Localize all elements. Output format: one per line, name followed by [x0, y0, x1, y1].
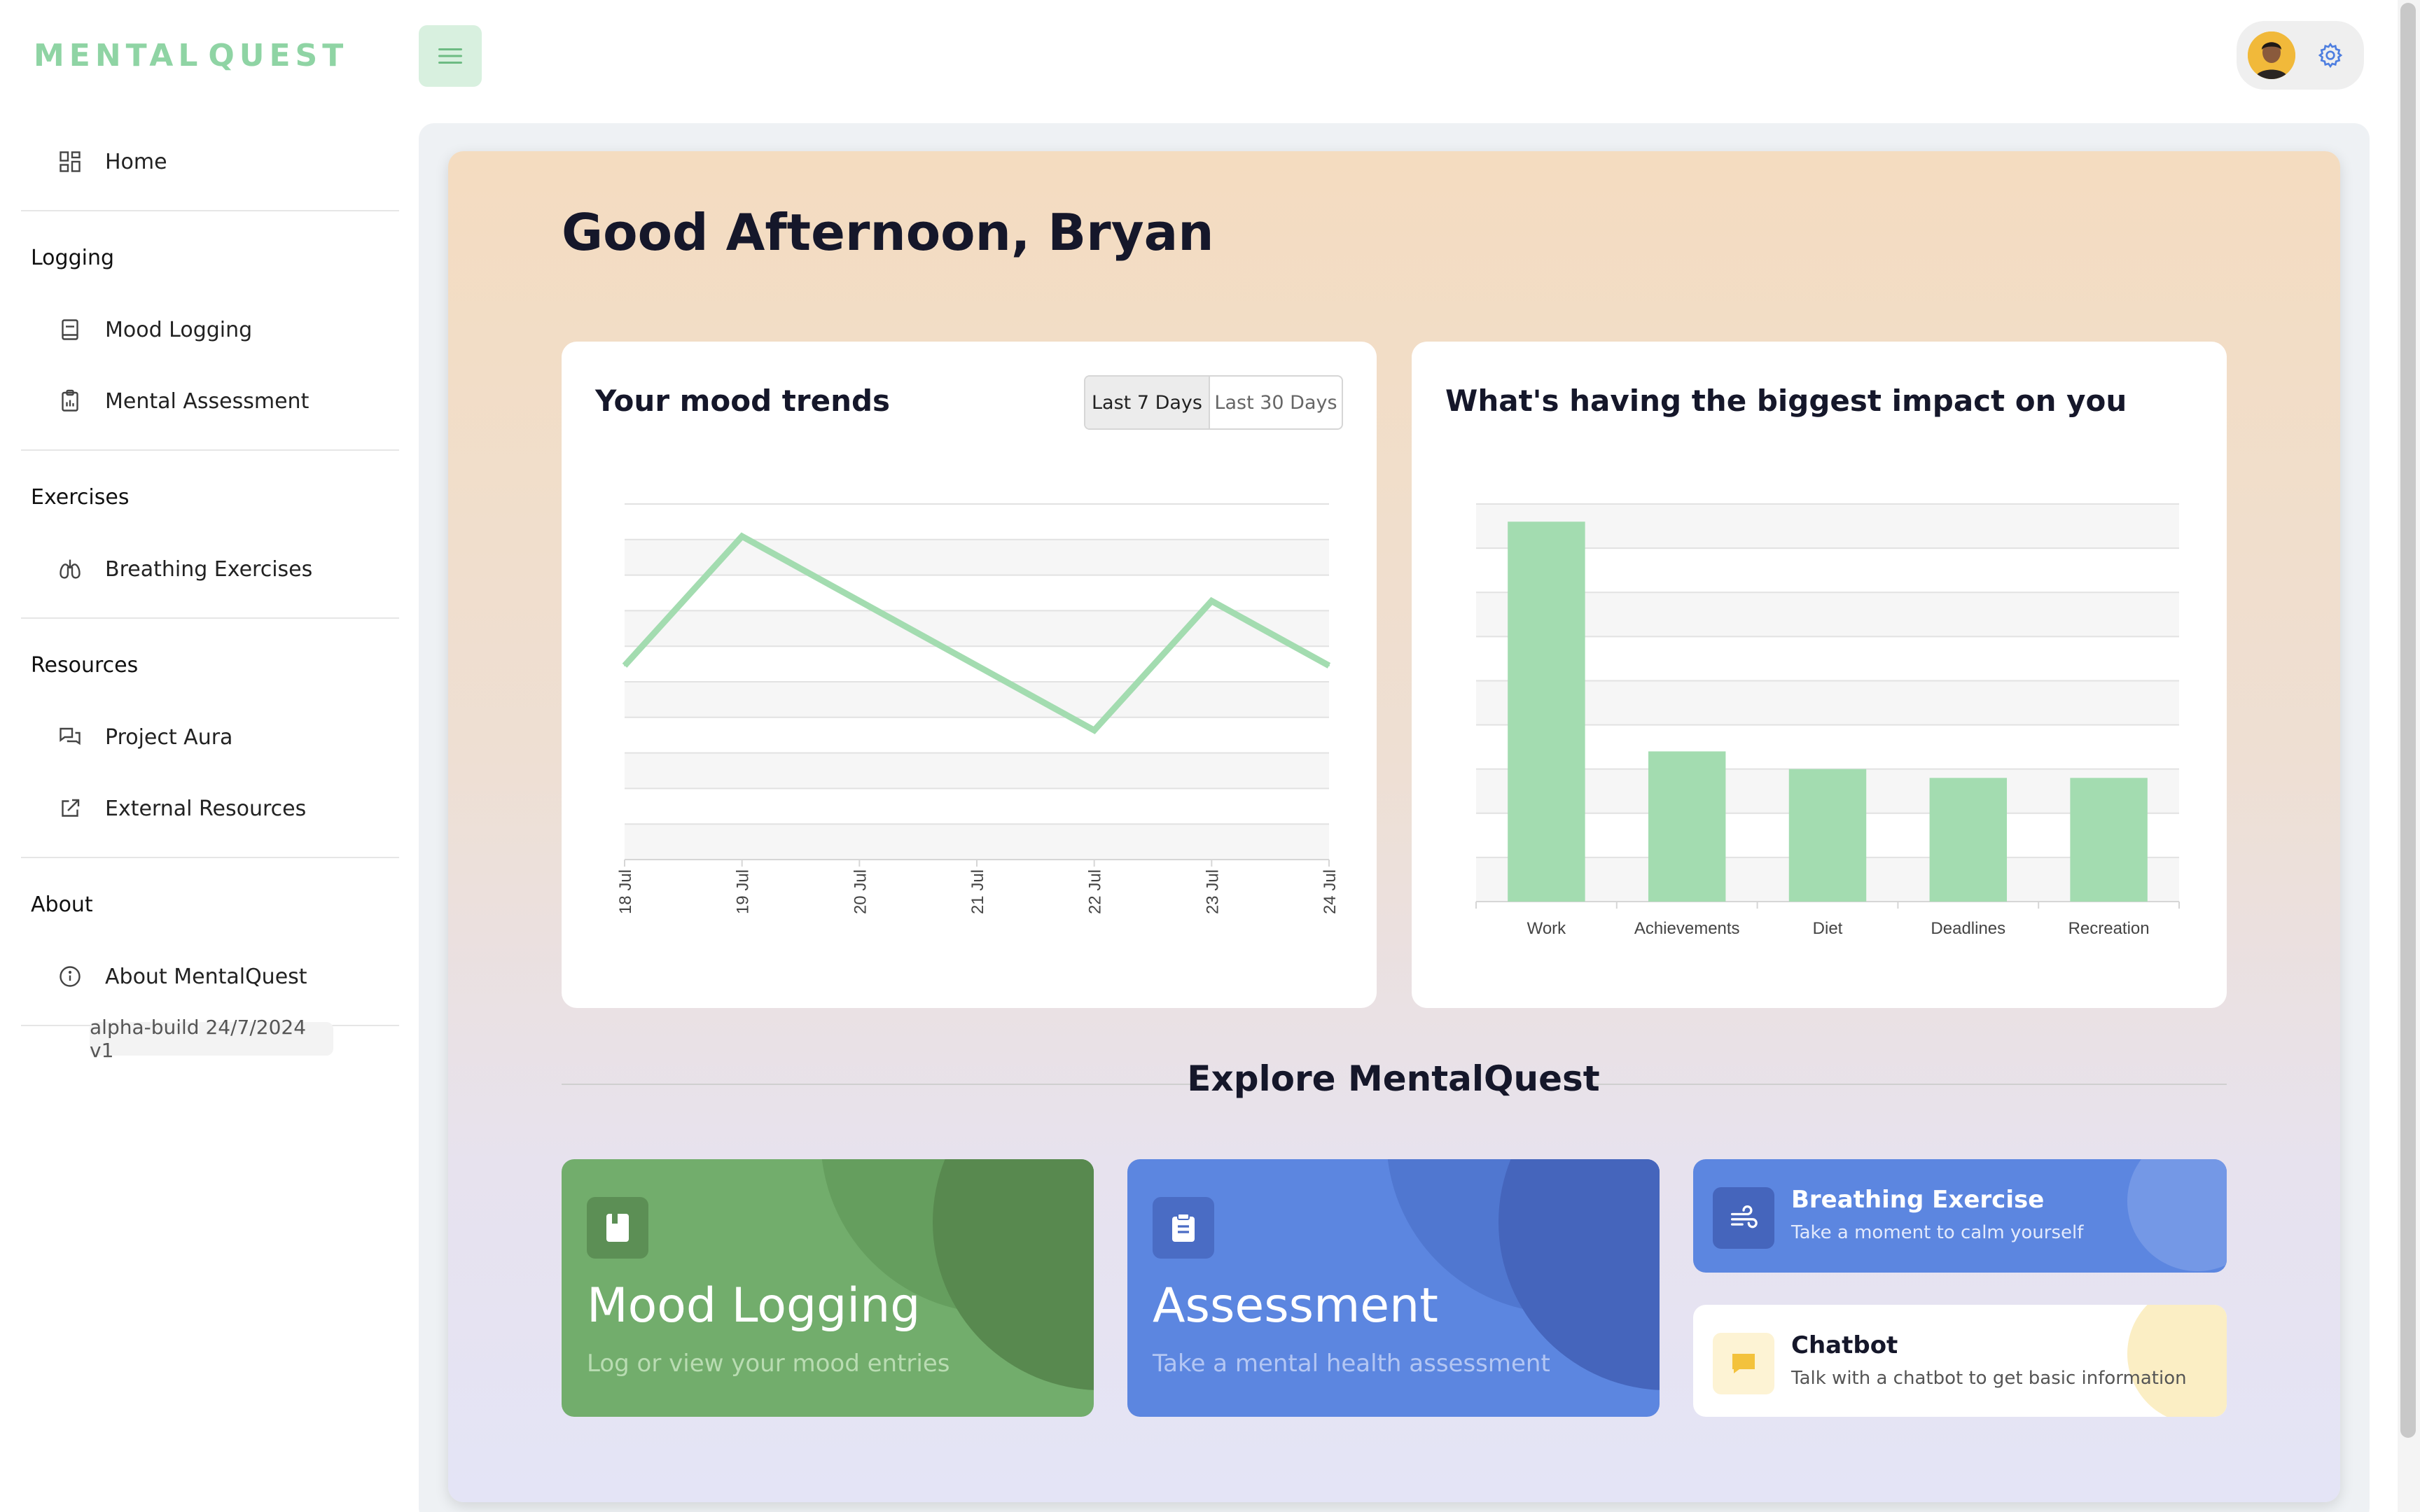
greeting-heading: Good Afternoon, Bryan [562, 203, 1214, 262]
bar [2070, 778, 2148, 902]
decor-circle [2127, 1305, 2227, 1417]
bar [1929, 778, 2008, 902]
sidebar-item-mental-assessment[interactable]: Mental Assessment [21, 365, 399, 437]
mood-logging-tile[interactable]: Mood Logging Log or view your mood entri… [562, 1159, 1094, 1417]
dashboard-icon [60, 151, 81, 172]
bar [1788, 769, 1867, 902]
notebook-tile-icon [587, 1197, 648, 1259]
range-toggle: Last 7 Days Last 30 Days [1084, 375, 1343, 430]
section-title-resources: Resources [31, 652, 139, 678]
menu-icon [438, 48, 462, 64]
chat-bubbles-icon [60, 727, 81, 746]
sidebar-item-label: About MentalQuest [105, 964, 307, 989]
mood-line-chart: 18 Jul 19 Jul 20 Jul 21 Jul 22 Jul 23 Jul 24 J… [616, 503, 1340, 914]
tile-subtitle: Talk with a chatbot to get basic informa… [1791, 1368, 2187, 1389]
grid-band [625, 610, 1329, 647]
sidebar-item-label: Mood Logging [105, 317, 253, 342]
user-controls [2237, 21, 2364, 90]
tile-title: Breathing Exercise [1791, 1186, 2045, 1214]
section-title-exercises: Exercises [31, 484, 130, 510]
mood-point [858, 600, 861, 602]
x-tick-label: Diet [1813, 919, 1843, 938]
grid-band [625, 752, 1329, 789]
tile-title: Chatbot [1791, 1331, 1898, 1359]
tile-subtitle: Log or view your mood entries [587, 1350, 950, 1378]
range-option-30-days[interactable]: Last 30 Days [1210, 377, 1342, 428]
tile-title: Mood Logging [587, 1278, 921, 1334]
sidebar-item-breathing-exercises[interactable]: Breathing Exercises [21, 533, 399, 605]
bar [1648, 751, 1726, 902]
mood-point [1328, 664, 1330, 666]
mood-point [976, 664, 978, 666]
chatbot-tile[interactable]: Chatbot Talk with a chatbot to get basic… [1693, 1305, 2227, 1417]
impact-title: What's having the biggest impact on you [1445, 384, 2127, 418]
x-tick-label: 22 Jul [1086, 869, 1105, 914]
mood-point [1093, 729, 1095, 732]
settings-gear-icon[interactable] [2316, 41, 2344, 69]
user-avatar[interactable] [2248, 31, 2295, 79]
explore-divider-left [562, 1084, 1200, 1085]
lungs-icon [60, 559, 81, 579]
bar [1508, 522, 1585, 902]
sidebar-item-label: Breathing Exercises [105, 556, 313, 582]
app-logo[interactable]: MENTAL QUEST [34, 24, 343, 87]
x-tick-label: 19 Jul [734, 869, 753, 914]
mood-point [741, 536, 743, 538]
x-tick-label: Recreation [2068, 919, 2150, 938]
x-tick-label: Achievements [1634, 919, 1740, 938]
sidebar-item-label: External Resources [105, 796, 307, 821]
page-scrollbar-thumb[interactable] [2400, 3, 2416, 1438]
sidebar-item-label: Mental Assessment [105, 388, 310, 414]
mood-point [1211, 600, 1213, 602]
clipboard-tile-icon [1153, 1197, 1214, 1259]
logo-text-right: QUEST [208, 37, 349, 74]
section-title-logging: Logging [31, 245, 115, 270]
decor-circle [2127, 1159, 2227, 1271]
sidebar-item-mood-logging[interactable]: Mood Logging [21, 294, 399, 365]
x-tick-label: 24 Jul [1321, 869, 1340, 914]
logo-text-left: MENTAL [34, 37, 203, 74]
divider [21, 857, 399, 858]
build-version-badge: alpha-build 24/7/2024 v1 [90, 1016, 333, 1062]
grid-band [625, 824, 1329, 860]
sidebar: Home Logging Mood Logging Mental Assessm… [21, 126, 399, 1036]
x-tick-label: Work [1527, 919, 1567, 938]
hamburger-menu-button[interactable] [419, 25, 482, 87]
tile-title: Assessment [1153, 1278, 1438, 1334]
sidebar-item-about-mentalquest[interactable]: About MentalQuest [21, 941, 399, 1012]
divider [21, 617, 399, 619]
external-link-icon [62, 799, 80, 817]
sidebar-item-label: Project Aura [105, 724, 233, 750]
divider [21, 449, 399, 451]
sidebar-item-home[interactable]: Home [21, 126, 399, 197]
section-title-about: About [31, 892, 93, 917]
user-photo [2248, 31, 2295, 79]
tile-subtitle: Take a moment to calm yourself [1791, 1222, 2084, 1243]
assessment-tile[interactable]: Assessment Take a mental health assessme… [1127, 1159, 1660, 1417]
chat-bubble-icon [1713, 1333, 1774, 1394]
info-icon [60, 966, 81, 987]
range-option-7-days[interactable]: Last 7 Days [1085, 377, 1210, 428]
wind-icon [1713, 1187, 1774, 1249]
clipboard-chart-icon [62, 389, 78, 412]
x-tick-label: 20 Jul [851, 869, 870, 914]
mood-point [624, 664, 625, 666]
x-tick-label: 18 Jul [616, 869, 635, 914]
mood-trends-title: Your mood trends [595, 384, 891, 418]
impact-bar-chart: Work Achievements Diet Deadlines Recreation [1475, 503, 2180, 938]
x-tick-label: 21 Jul [968, 869, 987, 914]
grid-band [625, 682, 1329, 718]
x-tick-label: 23 Jul [1203, 869, 1222, 914]
notebook-icon [62, 319, 78, 340]
tile-subtitle: Take a mental health assessment [1153, 1350, 1550, 1378]
breathing-exercise-tile[interactable]: Breathing Exercise Take a moment to calm… [1693, 1159, 2227, 1273]
explore-title: Explore MentalQuest [1187, 1058, 1600, 1099]
x-tick-label: Deadlines [1931, 919, 2005, 938]
sidebar-item-external-resources[interactable]: External Resources [21, 773, 399, 844]
sidebar-item-project-aura[interactable]: Project Aura [21, 701, 399, 773]
sidebar-item-label: Home [105, 149, 167, 174]
decor-circle [933, 1159, 1094, 1390]
divider [21, 210, 399, 211]
explore-divider-right [1588, 1084, 2227, 1085]
